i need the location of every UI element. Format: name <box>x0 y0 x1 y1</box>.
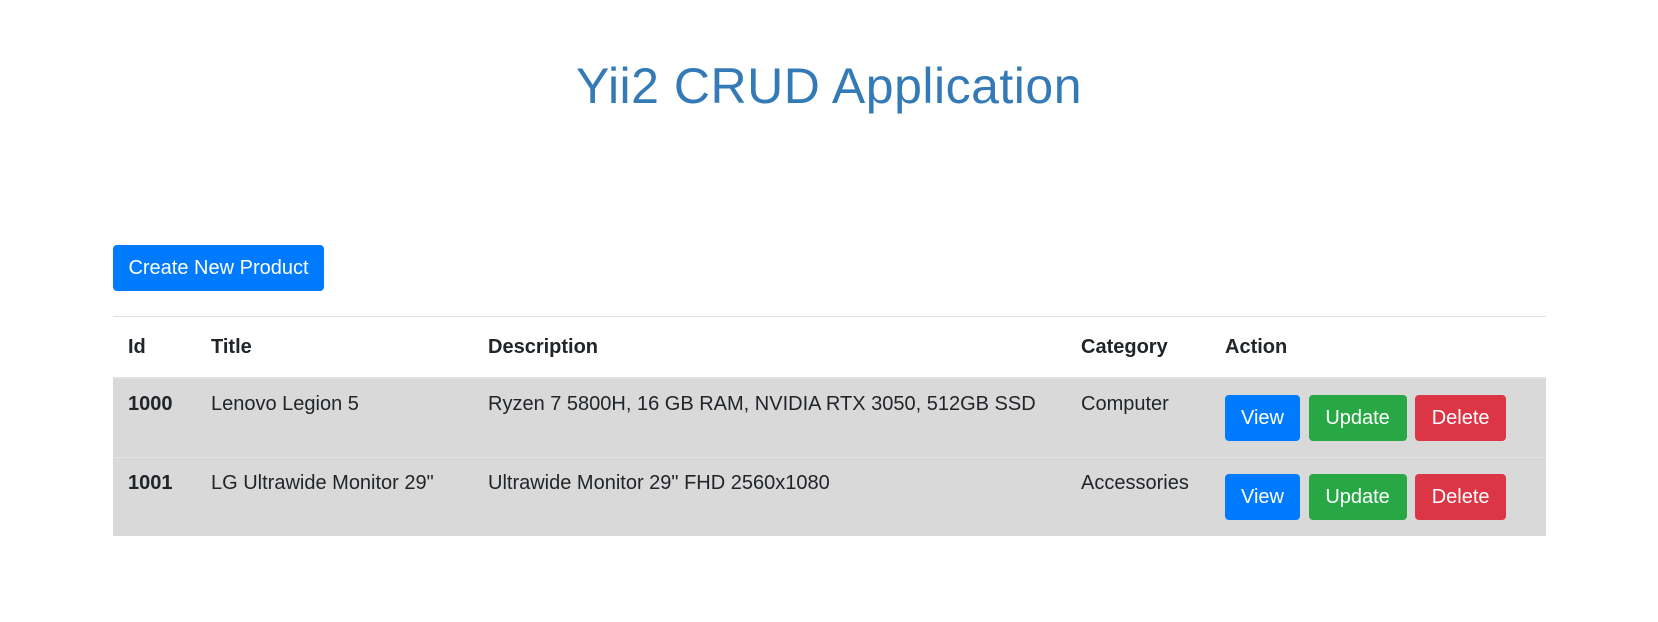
column-header-id[interactable]: Id <box>113 316 196 379</box>
delete-button[interactable]: Delete <box>1415 473 1507 520</box>
view-button[interactable]: View <box>1225 473 1300 520</box>
update-button[interactable]: Update <box>1308 395 1407 441</box>
cell-description: Ultrawide Monitor 29" FHD 2560x1080 <box>473 456 1066 536</box>
table-header-row: Id Title Description Category Action <box>113 316 1546 379</box>
cell-id: 1001 <box>113 456 196 536</box>
view-button[interactable]: View <box>1225 395 1300 441</box>
column-header-description[interactable]: Description <box>473 316 1066 379</box>
column-header-title[interactable]: Title <box>196 316 473 379</box>
page-title: Yii2 CRUD Application <box>575 58 1083 114</box>
table-row: 1000 Lenovo Legion 5 Ryzen 7 5800H, 16 G… <box>113 377 1546 457</box>
cell-actions: View Update Delete <box>1210 456 1546 536</box>
table-row: 1001 LG Ultrawide Monitor 29" Ultrawide … <box>113 456 1546 536</box>
products-table: Id Title Description Category Action 100… <box>113 316 1546 536</box>
column-header-category[interactable]: Category <box>1066 316 1210 379</box>
update-button[interactable]: Update <box>1308 473 1407 520</box>
page: Yii2 CRUD Application Create New Product… <box>0 0 1658 622</box>
table-body: 1000 Lenovo Legion 5 Ryzen 7 5800H, 16 G… <box>113 377 1546 536</box>
products-table-container: Id Title Description Category Action 100… <box>113 316 1546 536</box>
create-new-product-button[interactable]: Create New Product <box>113 245 324 291</box>
cell-title: LG Ultrawide Monitor 29" <box>196 456 473 536</box>
cell-category: Accessories <box>1066 456 1210 536</box>
cell-actions: View Update Delete <box>1210 377 1546 457</box>
cell-category: Computer <box>1066 377 1210 457</box>
table-header: Id Title Description Category Action <box>113 316 1546 379</box>
cell-description: Ryzen 7 5800H, 16 GB RAM, NVIDIA RTX 305… <box>473 377 1066 457</box>
cell-id: 1000 <box>113 377 196 457</box>
cell-title: Lenovo Legion 5 <box>196 377 473 457</box>
column-header-action: Action <box>1210 316 1546 379</box>
delete-button[interactable]: Delete <box>1415 395 1507 441</box>
